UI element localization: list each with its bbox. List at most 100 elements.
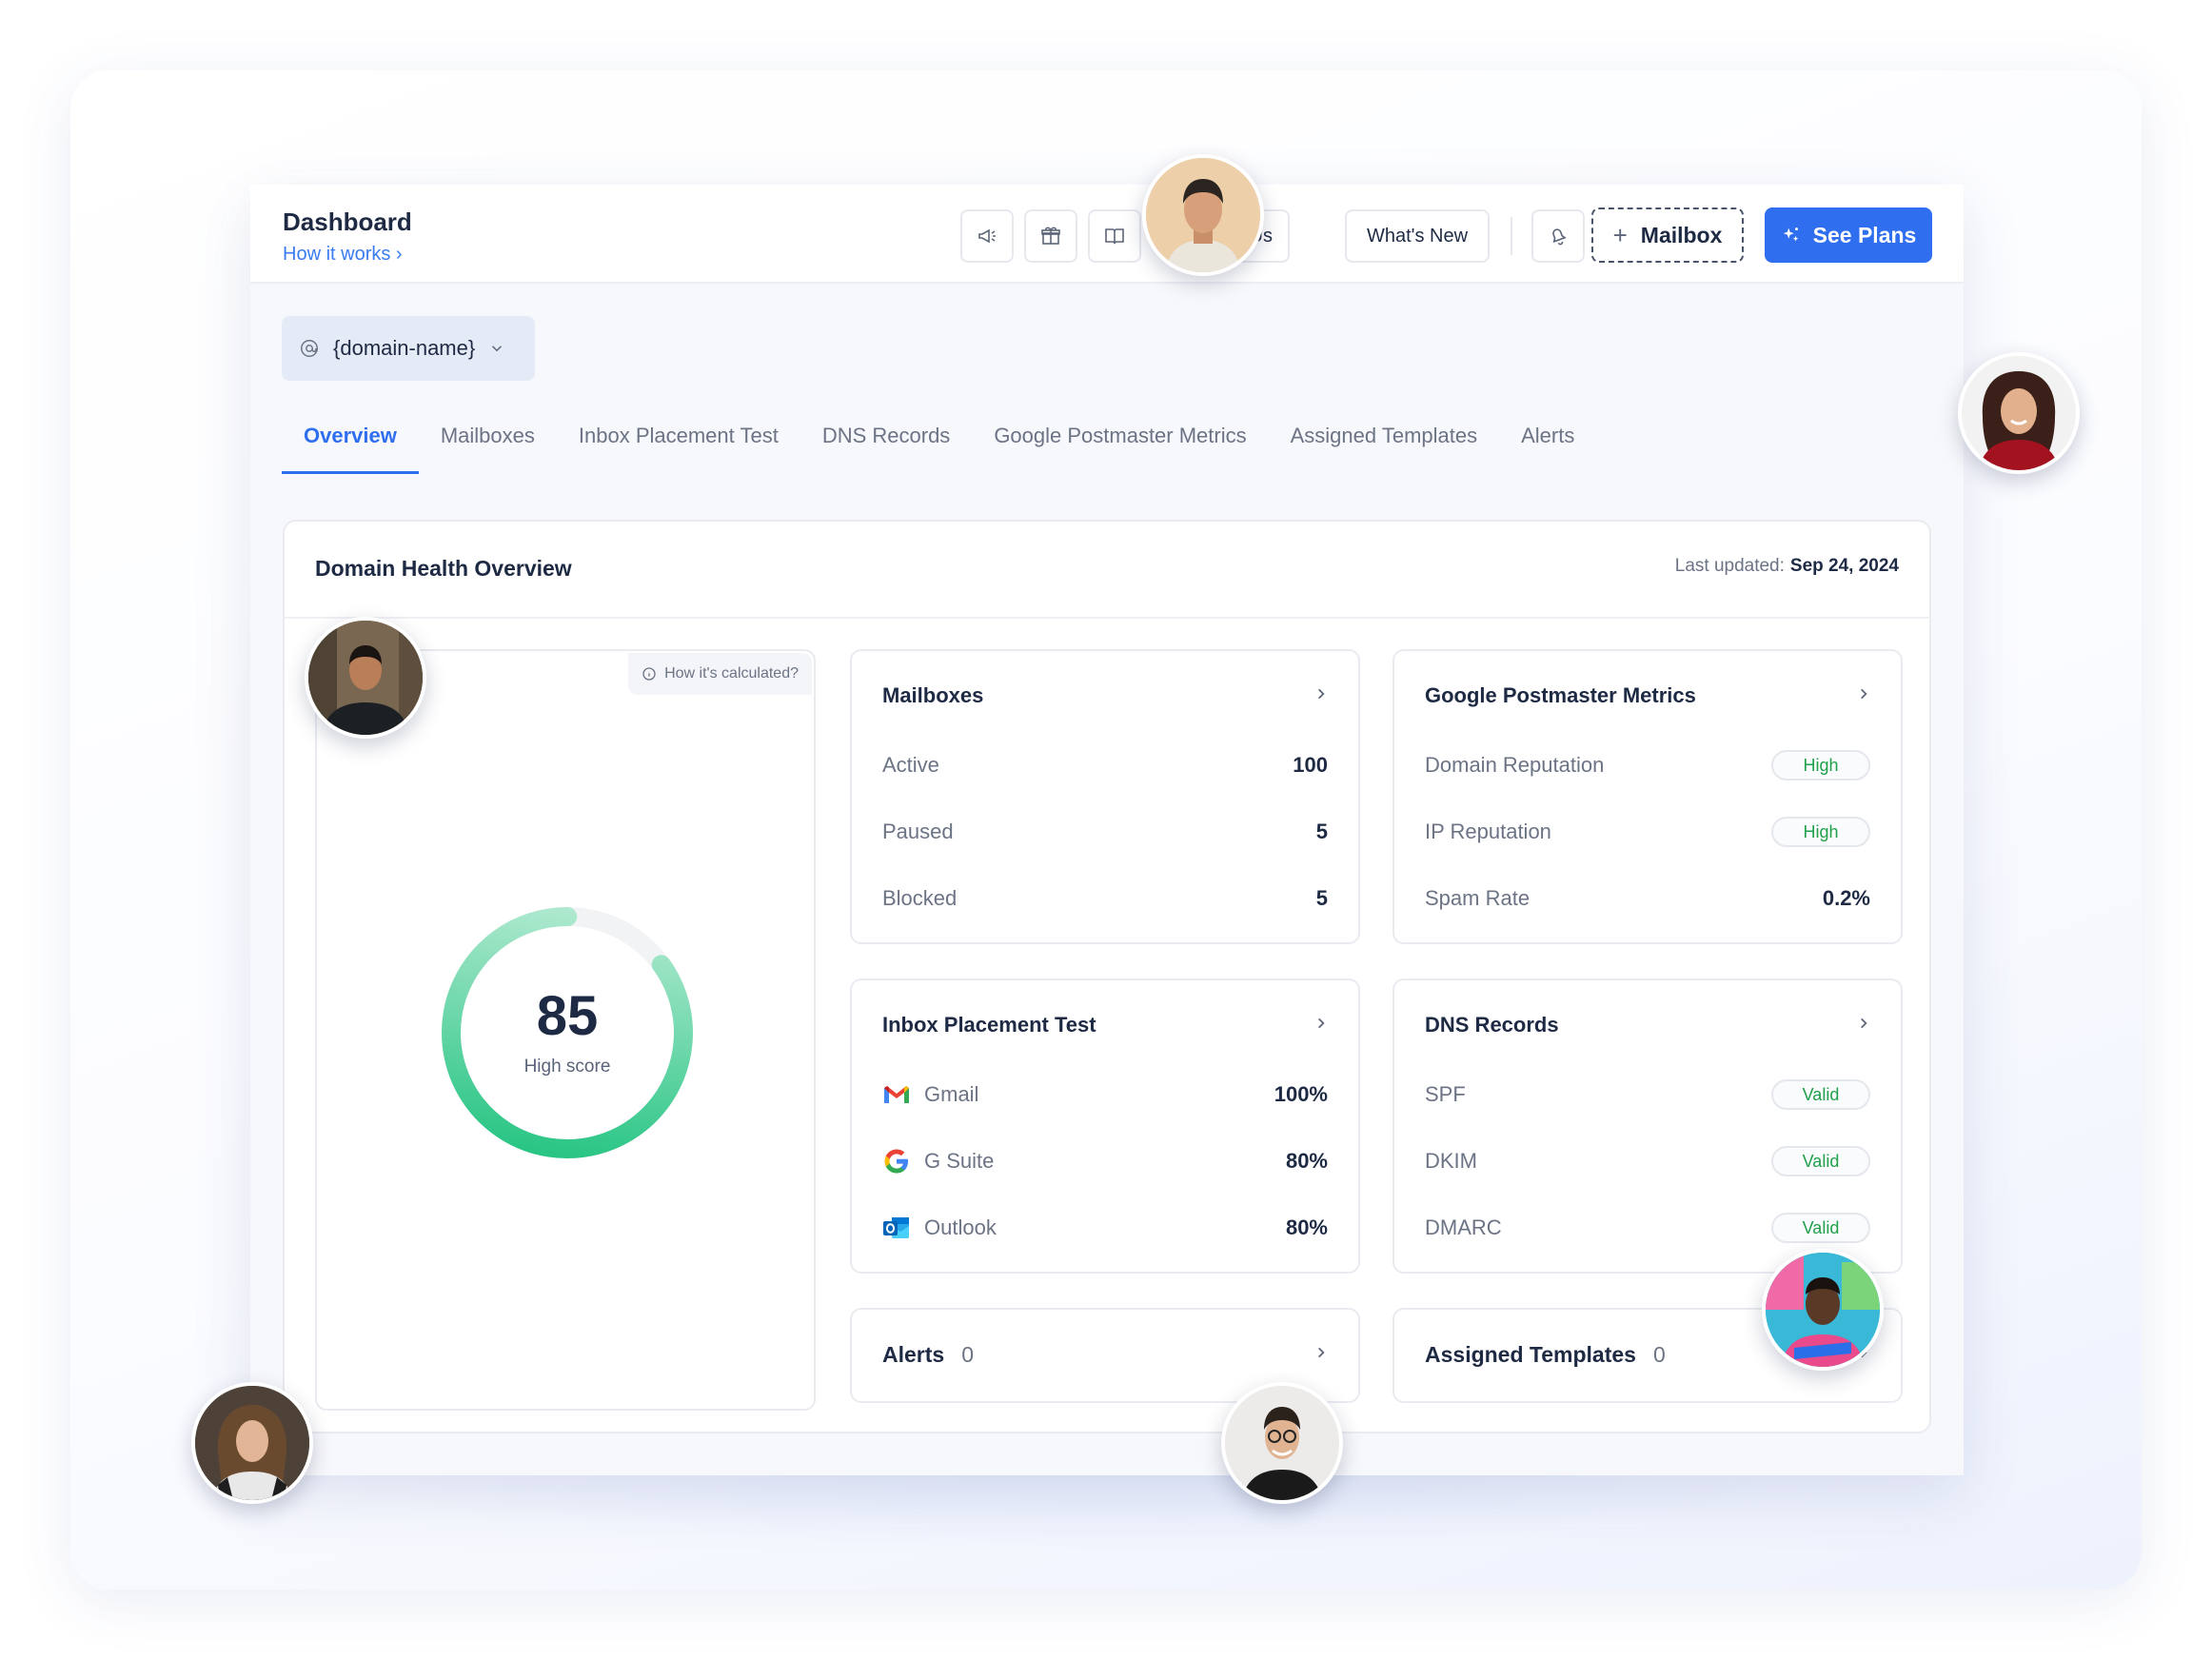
row-value: 80% (1285, 1215, 1328, 1239)
row-label: Active (882, 753, 939, 777)
avatar (1142, 154, 1264, 276)
row-label: DKIM (1425, 1149, 1477, 1173)
last-updated: Last updated: Sep 24, 2024 (1675, 556, 1899, 577)
status-badge: High (1771, 750, 1870, 781)
row-label: IP Reputation (1425, 820, 1551, 843)
avatar (305, 617, 426, 739)
mailboxes-row-blocked: Blocked 5 (882, 879, 1328, 918)
outlook-icon (883, 1217, 909, 1238)
tab-overview[interactable]: Overview (282, 411, 419, 474)
assigned-templates-title-wrap: Assigned Templates 0 (1425, 1342, 1666, 1368)
mailboxes-card[interactable]: Mailboxes Active 100 Paused 5 Blocked 5 (850, 649, 1360, 944)
tab-alerts[interactable]: Alerts (1499, 411, 1596, 474)
row-label-wrap: G Suite (882, 1147, 994, 1176)
dns-records-card-title: DNS Records (1425, 1013, 1559, 1037)
row-value: 5 (1315, 886, 1328, 910)
assigned-templates-count: 0 (1652, 1342, 1666, 1367)
megaphone-icon (978, 228, 996, 244)
domain-selector-value: {domain-name} (333, 336, 476, 360)
avatar (191, 1382, 313, 1504)
panel-divider (285, 617, 1929, 619)
chevron-right-icon[interactable] (1857, 687, 1870, 701)
plus-icon: + (1612, 220, 1628, 249)
google-icon (884, 1149, 908, 1174)
row-value: 80% (1285, 1149, 1328, 1173)
how-it-works-link[interactable]: How it works › (283, 244, 403, 266)
add-mailbox-button[interactable]: + Mailbox (1591, 208, 1744, 263)
postmaster-row-domain-reputation: Domain Reputation High (1425, 746, 1870, 784)
domain-selector[interactable]: {domain-name} (282, 316, 535, 381)
last-updated-value: Sep 24, 2024 (1789, 556, 1899, 576)
alerts-card-title: Alerts (882, 1342, 945, 1367)
tab-dns-records[interactable]: DNS Records (800, 411, 972, 474)
inbox-placement-card[interactable]: Inbox Placement Test Gmail 100% G Suite … (850, 978, 1360, 1274)
row-label: Paused (882, 820, 954, 843)
score-label: High score (523, 1057, 611, 1077)
row-label: Spam Rate (1425, 886, 1531, 910)
mailboxes-row-paused: Paused 5 (882, 813, 1328, 851)
gift-icon (1041, 227, 1060, 245)
chevron-right-icon[interactable] (1857, 1017, 1870, 1030)
postmaster-card-title: Google Postmaster Metrics (1425, 683, 1696, 707)
gift-button[interactable] (1024, 209, 1077, 263)
docs-button[interactable] (1088, 209, 1141, 263)
gmail-icon (884, 1086, 909, 1103)
dns-row-dmarc: DMARC Valid (1425, 1209, 1870, 1247)
tab-inbox-placement-test[interactable]: Inbox Placement Test (557, 411, 800, 474)
row-value: 5 (1315, 820, 1328, 843)
row-label: SPF (1425, 1082, 1466, 1106)
whats-new-button[interactable]: What's New (1345, 209, 1490, 263)
row-value: 100% (1274, 1082, 1328, 1106)
announcement-button[interactable] (960, 209, 1014, 263)
row-label: Domain Reputation (1425, 753, 1605, 777)
header-divider (1511, 217, 1512, 255)
at-sign-icon (301, 340, 318, 357)
row-label-wrap: Outlook (882, 1215, 997, 1241)
chevron-down-icon (492, 346, 503, 352)
sparkle-icon (1783, 227, 1798, 242)
mailboxes-card-title: Mailboxes (882, 683, 984, 707)
book-icon (1105, 228, 1124, 245)
chevron-right-icon[interactable] (1314, 1017, 1328, 1030)
status-badge: Valid (1771, 1213, 1870, 1243)
see-plans-label: See Plans (1812, 222, 1917, 247)
bell-icon (1552, 228, 1567, 246)
avatar (1221, 1382, 1343, 1504)
row-label: G Suite (924, 1149, 995, 1173)
inbox-placement-card-title: Inbox Placement Test (882, 1013, 1096, 1037)
add-mailbox-label: Mailbox (1640, 222, 1723, 247)
score-value: 85 (536, 985, 599, 1047)
notifications-button[interactable] (1531, 209, 1585, 263)
row-label-wrap: Gmail (882, 1082, 978, 1107)
chevron-right-icon[interactable] (1314, 687, 1328, 701)
dns-records-card[interactable]: DNS Records SPF Valid DKIM Valid DMARC V… (1392, 978, 1903, 1274)
assigned-templates-title: Assigned Templates (1425, 1342, 1636, 1367)
row-label: Outlook (924, 1215, 997, 1239)
inbox-row-gmail: Gmail 100% (882, 1076, 1328, 1114)
row-label: Blocked (882, 886, 958, 910)
tab-assigned-templates[interactable]: Assigned Templates (1269, 411, 1500, 474)
tab-google-postmaster-metrics[interactable]: Google Postmaster Metrics (972, 411, 1268, 474)
last-updated-label: Last updated: (1674, 556, 1785, 576)
row-value: 0.2% (1822, 886, 1870, 910)
status-badge: Valid (1771, 1146, 1870, 1176)
domain-health-panel: Domain Health Overview Last updated: Sep… (283, 520, 1931, 1433)
alerts-card-title-wrap: Alerts 0 (882, 1342, 974, 1368)
dns-row-dkim: DKIM Valid (1425, 1142, 1870, 1180)
postmaster-card[interactable]: Google Postmaster Metrics Domain Reputat… (1392, 649, 1903, 944)
postmaster-row-spam-rate: Spam Rate 0.2% (1425, 879, 1870, 918)
chevron-right-icon[interactable] (1314, 1346, 1328, 1359)
top-header: Dashboard How it works › ct Us What's Ne… (250, 185, 1964, 284)
avatar (1762, 1249, 1884, 1371)
tab-bar: Overview Mailboxes Inbox Placement Test … (282, 411, 1596, 474)
dns-row-spf: SPF Valid (1425, 1076, 1870, 1114)
see-plans-button[interactable]: See Plans (1765, 208, 1932, 263)
app-window: Dashboard How it works › ct Us What's Ne… (250, 185, 1964, 1475)
row-label: DMARC (1425, 1215, 1502, 1239)
mailboxes-row-active: Active 100 (882, 746, 1328, 784)
alerts-count: 0 (961, 1342, 974, 1367)
whats-new-label: What's New (1366, 225, 1469, 247)
postmaster-row-ip-reputation: IP Reputation High (1425, 813, 1870, 851)
how-calculated-link[interactable]: How it's calculated? (628, 653, 812, 695)
tab-mailboxes[interactable]: Mailboxes (419, 411, 557, 474)
